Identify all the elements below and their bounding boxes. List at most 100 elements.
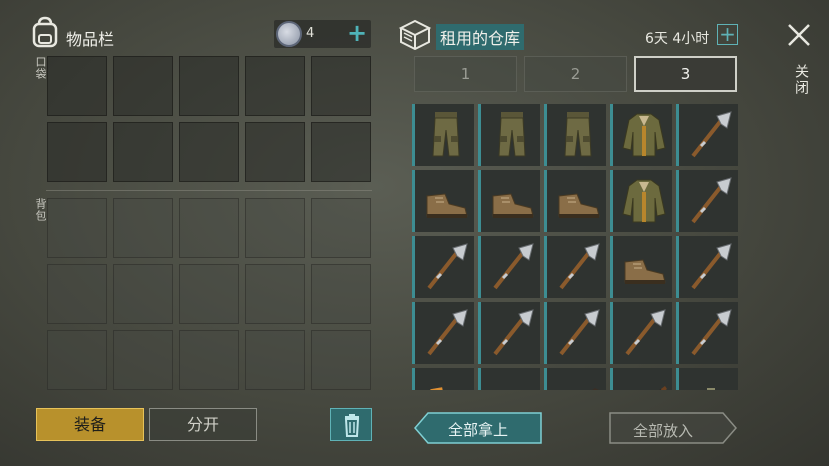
inventory-slot[interactable] xyxy=(113,122,173,182)
storage-item-axe[interactable] xyxy=(676,302,738,364)
pants-icon xyxy=(498,112,526,157)
storage-item-boots[interactable] xyxy=(412,170,474,232)
storage-item-battery[interactable] xyxy=(412,368,474,390)
boots-icon xyxy=(426,193,468,218)
close-button[interactable]: 关闭 xyxy=(784,22,814,98)
backpack-icon xyxy=(30,16,60,48)
storage-item-axe[interactable] xyxy=(676,170,738,232)
axe-icon xyxy=(427,243,468,290)
coin-count: 4 xyxy=(306,26,315,41)
storage-item-axe[interactable] xyxy=(544,302,606,364)
axe-icon xyxy=(427,309,468,356)
storage-item-boots[interactable] xyxy=(478,170,540,232)
storage-item-axe[interactable] xyxy=(676,104,738,166)
tab-3[interactable]: 3 xyxy=(634,56,737,92)
storage-item-rifle-ak[interactable] xyxy=(544,368,606,390)
inventory-slot[interactable] xyxy=(311,122,371,182)
tab-1-label: 1 xyxy=(460,65,471,83)
axe-icon xyxy=(691,309,732,356)
trash-button[interactable] xyxy=(330,408,372,441)
axe-icon xyxy=(559,243,600,290)
inventory-slot[interactable] xyxy=(113,330,173,390)
storage-time-left: 6天 4小时 xyxy=(645,31,710,47)
boots-icon xyxy=(558,193,600,218)
inventory-slot[interactable] xyxy=(113,198,173,258)
backpack-label: 背包 xyxy=(34,198,47,222)
extend-time-plus-icon[interactable]: + xyxy=(717,24,738,45)
storage-item-boots[interactable] xyxy=(610,236,672,298)
section-divider xyxy=(46,190,372,191)
inventory-slot[interactable] xyxy=(47,122,107,182)
storage-item-axe[interactable] xyxy=(412,236,474,298)
storage-item-pants[interactable] xyxy=(412,104,474,166)
inventory-slot[interactable] xyxy=(179,122,239,182)
put-all-button[interactable]: 全部放入 xyxy=(609,412,737,444)
storage-box-icon xyxy=(398,18,432,51)
inventory-slot[interactable] xyxy=(311,56,371,116)
inventory-slot[interactable] xyxy=(47,198,107,258)
storage-grid[interactable] xyxy=(412,98,742,390)
axe-icon xyxy=(625,309,666,356)
storage-item-boots[interactable] xyxy=(544,170,606,232)
boots-icon xyxy=(624,259,666,284)
tab-2[interactable]: 2 xyxy=(524,56,627,92)
inventory-slot[interactable] xyxy=(311,198,371,258)
inventory-slot[interactable] xyxy=(179,264,239,324)
close-icon xyxy=(788,24,810,46)
axe-icon xyxy=(691,111,732,158)
storage-item-jacket[interactable] xyxy=(610,170,672,232)
grenade-icon xyxy=(707,388,715,390)
inventory-slot[interactable] xyxy=(113,56,173,116)
axe-icon xyxy=(691,243,732,290)
pocket-label: 口袋 xyxy=(34,56,47,80)
inventory-title: 物品栏 xyxy=(66,30,115,49)
equip-button[interactable]: 装备 xyxy=(36,408,144,441)
add-coins-plus-icon[interactable]: + xyxy=(346,21,368,45)
storage-item-axe[interactable] xyxy=(412,302,474,364)
storage-item-shotgun[interactable] xyxy=(610,368,672,390)
inventory-slot[interactable] xyxy=(179,56,239,116)
pants-icon xyxy=(432,112,460,157)
take-all-label: 全部拿上 xyxy=(448,421,509,439)
battery-icon xyxy=(430,387,448,390)
inventory-slot[interactable] xyxy=(245,264,305,324)
rifle-ak-icon xyxy=(592,388,599,390)
storage-item-axe[interactable] xyxy=(478,302,540,364)
take-all-button[interactable]: 全部拿上 xyxy=(414,412,542,444)
inventory-slot[interactable] xyxy=(311,264,371,324)
rifle-icon xyxy=(485,372,539,390)
trash-icon xyxy=(344,414,360,437)
equip-label: 装备 xyxy=(73,415,106,434)
inventory-slot[interactable] xyxy=(245,198,305,258)
storage-item-axe[interactable] xyxy=(676,236,738,298)
storage-item-pants[interactable] xyxy=(544,104,606,166)
split-label: 分开 xyxy=(186,415,219,434)
storage-title: 租用的仓库 xyxy=(436,24,525,50)
axe-icon xyxy=(691,177,732,224)
inventory-slot[interactable] xyxy=(179,330,239,390)
coin-icon xyxy=(276,21,302,47)
axe-icon xyxy=(559,309,600,356)
tab-1[interactable]: 1 xyxy=(414,56,517,92)
storage-item-jacket[interactable] xyxy=(610,104,672,166)
inventory-slot[interactable] xyxy=(245,330,305,390)
close-label: 关闭 xyxy=(793,64,809,96)
tab-3-label: 3 xyxy=(680,65,691,83)
split-button[interactable]: 分开 xyxy=(149,408,257,441)
put-all-label: 全部放入 xyxy=(633,422,694,440)
inventory-slot[interactable] xyxy=(179,198,239,258)
inventory-slot[interactable] xyxy=(113,264,173,324)
inventory-slot[interactable] xyxy=(311,330,371,390)
inventory-slot[interactable] xyxy=(47,56,107,116)
axe-icon xyxy=(493,243,534,290)
inventory-slot[interactable] xyxy=(245,56,305,116)
storage-item-pants[interactable] xyxy=(478,104,540,166)
inventory-slot[interactable] xyxy=(47,264,107,324)
storage-item-axe[interactable] xyxy=(610,302,672,364)
inventory-slot[interactable] xyxy=(245,122,305,182)
storage-item-rifle[interactable] xyxy=(478,368,540,390)
inventory-slot[interactable] xyxy=(47,330,107,390)
storage-item-grenade[interactable] xyxy=(676,368,738,390)
storage-item-axe[interactable] xyxy=(478,236,540,298)
storage-item-axe[interactable] xyxy=(544,236,606,298)
